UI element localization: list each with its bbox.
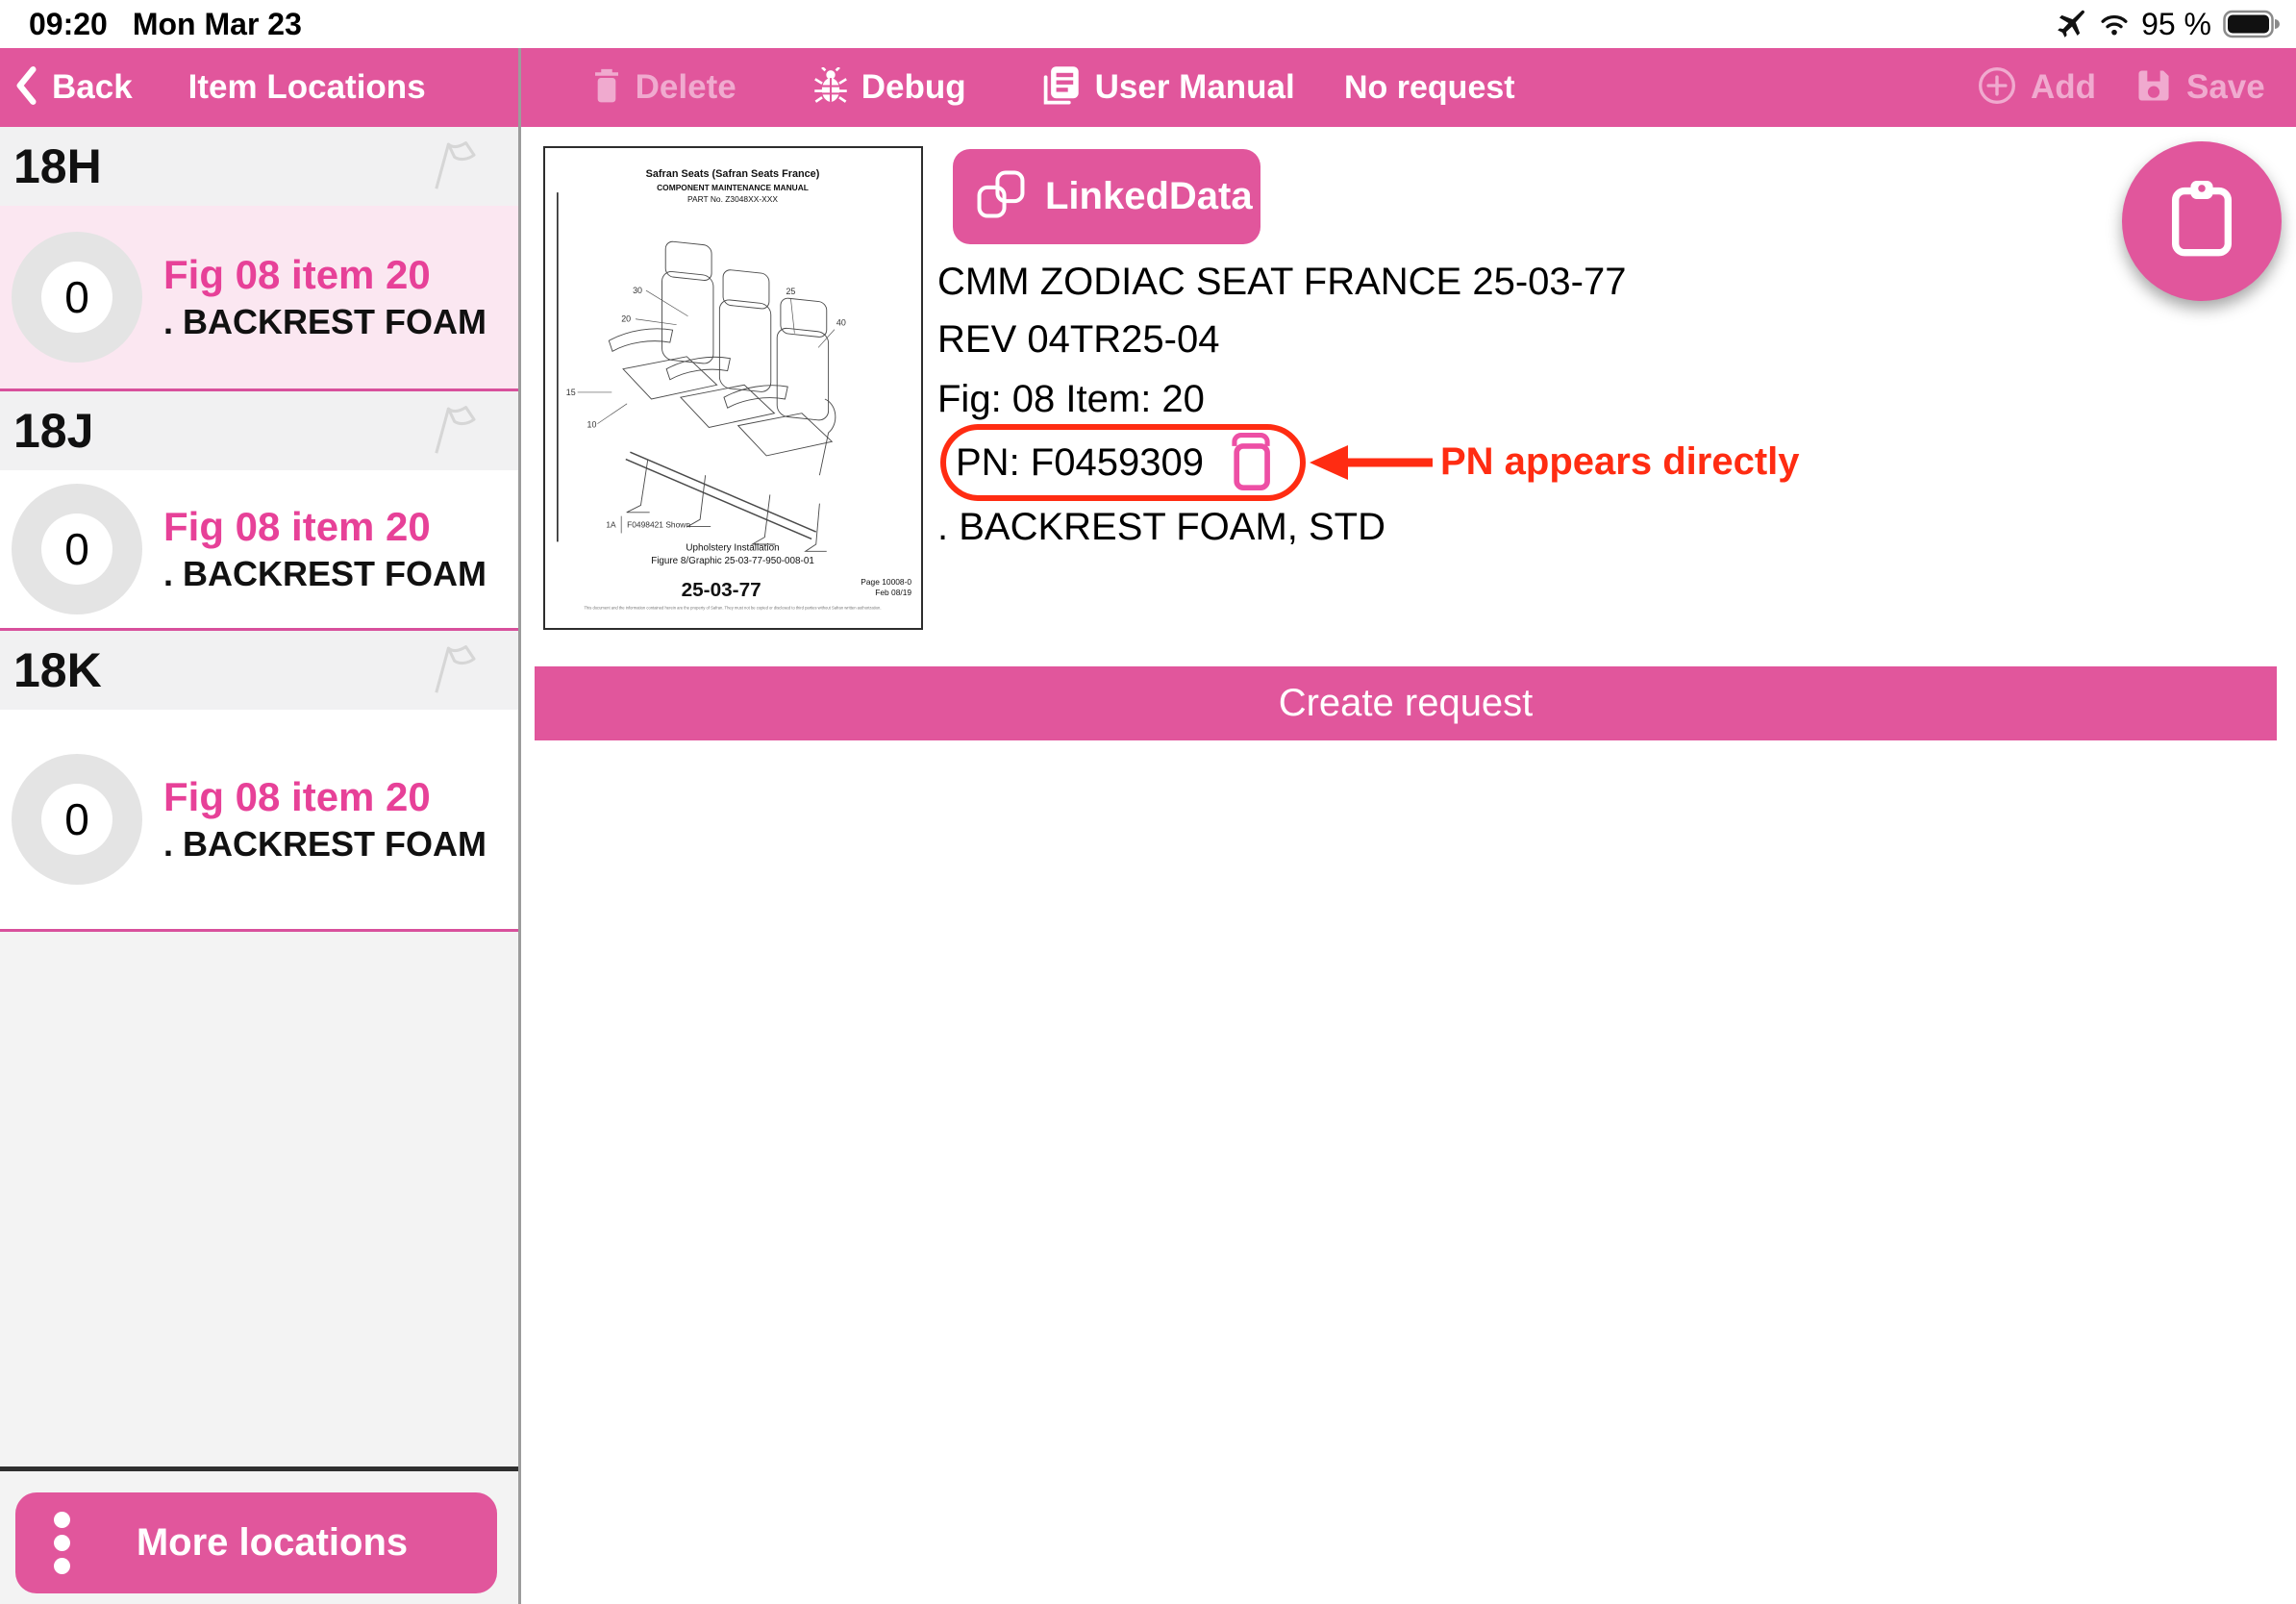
thumb-title: Safran Seats (Safran Seats France) — [646, 168, 820, 180]
app-screen: 09:20 Mon Mar 23 95 % Back Item Location… — [0, 0, 2296, 1604]
part-name-line: . BACKREST FOAM, STD — [937, 503, 1385, 551]
save-label: Save — [2186, 68, 2265, 107]
seat-label: 18K — [13, 642, 102, 698]
more-locations-button[interactable]: More locations — [15, 1492, 497, 1593]
count-value: 0 — [41, 262, 112, 333]
location-row-18h[interactable]: 0 Fig 08 item 20 . BACKREST FOAM — [0, 206, 518, 388]
item-locations-sidebar: 18H 0 Fig 08 item 20 . BACKREST FOAM 18J… — [0, 127, 518, 1604]
count-ring: 0 — [12, 232, 142, 363]
more-locations-label: More locations — [70, 1521, 474, 1565]
bug-icon — [813, 67, 848, 109]
svg-text:25: 25 — [786, 287, 795, 296]
seat-header-18h: 18H — [0, 127, 518, 206]
seat-header-18k: 18K — [0, 631, 518, 710]
page-title: Item Locations — [188, 68, 426, 107]
thumb-subtitle: COMPONENT MAINTENANCE MANUAL — [657, 183, 809, 192]
thumb-disclaimer: This document and the information contai… — [584, 606, 881, 611]
create-request-button[interactable]: Create request — [535, 666, 2277, 740]
count-ring: 0 — [12, 484, 142, 614]
wifi-icon — [2099, 12, 2130, 37]
sidebar-bottom-divider — [0, 1466, 518, 1471]
part-desc-label: . BACKREST FOAM — [163, 555, 487, 593]
seat-label: 18J — [13, 403, 93, 459]
cmm-title-line: CMM ZODIAC SEAT FRANCE 25-03-77 — [937, 258, 1626, 306]
chevron-left-icon — [13, 65, 38, 111]
battery-percent: 95 % — [2141, 7, 2211, 42]
linked-data-label: LinkedData — [1045, 175, 1253, 218]
status-bar: 09:20 Mon Mar 23 95 % — [0, 0, 2296, 48]
status-left: 09:20 Mon Mar 23 — [0, 7, 302, 42]
seat-header-18j: 18J — [0, 391, 518, 470]
airplane-mode-icon — [2055, 8, 2087, 40]
thumb-caption2: Figure 8/Graphic 25-03-77-950-008-01 — [651, 556, 814, 566]
annotation-text: PN appears directly — [1440, 438, 1800, 486]
fig-item-line: Fig: 08 Item: 20 — [937, 375, 1205, 423]
vertical-dots-icon — [54, 1512, 70, 1574]
request-status-text: No request — [1344, 48, 1515, 127]
user-manual-button[interactable]: User Manual — [1039, 64, 1295, 112]
battery-icon — [2223, 10, 2281, 38]
status-date: Mon Mar 23 — [133, 7, 302, 42]
cmm-page-thumbnail[interactable]: Safran Seats (Safran Seats France) COMPO… — [543, 146, 923, 630]
part-desc-label: . BACKREST FOAM — [163, 825, 487, 864]
user-manual-label: User Manual — [1095, 68, 1295, 107]
svg-text:10: 10 — [587, 420, 597, 430]
debug-label: Debug — [861, 68, 966, 107]
svg-text:1A: 1A — [606, 520, 616, 530]
floppy-save-icon — [2134, 66, 2173, 110]
plus-circle-icon — [1977, 65, 2017, 111]
part-desc-label: . BACKREST FOAM — [163, 303, 487, 341]
thumb-rev-date: Feb 08/19 — [875, 588, 911, 597]
flag-icon — [424, 138, 484, 196]
copy-icon[interactable] — [1223, 431, 1279, 499]
pn-line: PN: F0459309 — [956, 439, 1204, 487]
location-row-18j[interactable]: 0 Fig 08 item 20 . BACKREST FOAM — [0, 470, 518, 628]
fig-item-label: Fig 08 item 20 — [163, 775, 487, 819]
create-request-label: Create request — [1279, 682, 1534, 725]
svg-text:15: 15 — [566, 388, 576, 397]
fig-item-label: Fig 08 item 20 — [163, 505, 487, 549]
count-value: 0 — [41, 514, 112, 585]
count-ring: 0 — [12, 754, 142, 885]
back-button[interactable]: Back — [13, 65, 133, 111]
flag-icon — [424, 641, 484, 700]
svg-text:40: 40 — [836, 318, 846, 328]
svg-text:F0498421 Shown: F0498421 Shown — [627, 520, 690, 530]
add-label: Add — [2031, 68, 2096, 107]
thumb-partno: PART No. Z3048XX-XXX — [687, 194, 778, 204]
status-time: 09:20 — [29, 7, 108, 42]
add-button[interactable]: Add — [1977, 48, 2096, 127]
thumb-page: Page 10008-0 — [861, 577, 911, 587]
link-icon — [976, 169, 1026, 224]
clipboard-fab-button[interactable] — [2122, 141, 2282, 301]
delete-button[interactable]: Delete — [591, 66, 736, 110]
count-value: 0 — [41, 784, 112, 855]
rev-line: REV 04TR25-04 — [937, 315, 1219, 363]
svg-text:30: 30 — [633, 286, 642, 295]
thumb-doc-number: 25-03-77 — [682, 579, 761, 601]
sidebar-divider — [518, 48, 521, 1604]
thumb-caption1: Upholstery Installation — [686, 542, 779, 553]
svg-text:20: 20 — [621, 314, 631, 324]
save-button[interactable]: Save — [2134, 48, 2265, 127]
location-row-18k[interactable]: 0 Fig 08 item 20 . BACKREST FOAM — [0, 710, 518, 929]
debug-button[interactable]: Debug — [813, 67, 966, 109]
status-right: 95 % — [2055, 7, 2296, 42]
clipboard-icon — [2169, 180, 2234, 263]
annotation-arrow — [1310, 439, 1433, 491]
linked-data-button[interactable]: LinkedData — [953, 149, 1260, 244]
manual-icon — [1039, 64, 1082, 112]
seat-label: 18H — [13, 138, 102, 194]
seat-diagram — [609, 240, 836, 551]
trash-icon — [591, 66, 622, 110]
navigation-bar: Back Item Locations Delete Debug User Ma… — [0, 48, 2296, 127]
shown-reference: 1A F0498421 Shown — [606, 516, 690, 534]
fig-item-label: Fig 08 item 20 — [163, 253, 487, 297]
back-label: Back — [52, 68, 133, 107]
flag-icon — [424, 402, 484, 461]
delete-label: Delete — [636, 68, 736, 107]
